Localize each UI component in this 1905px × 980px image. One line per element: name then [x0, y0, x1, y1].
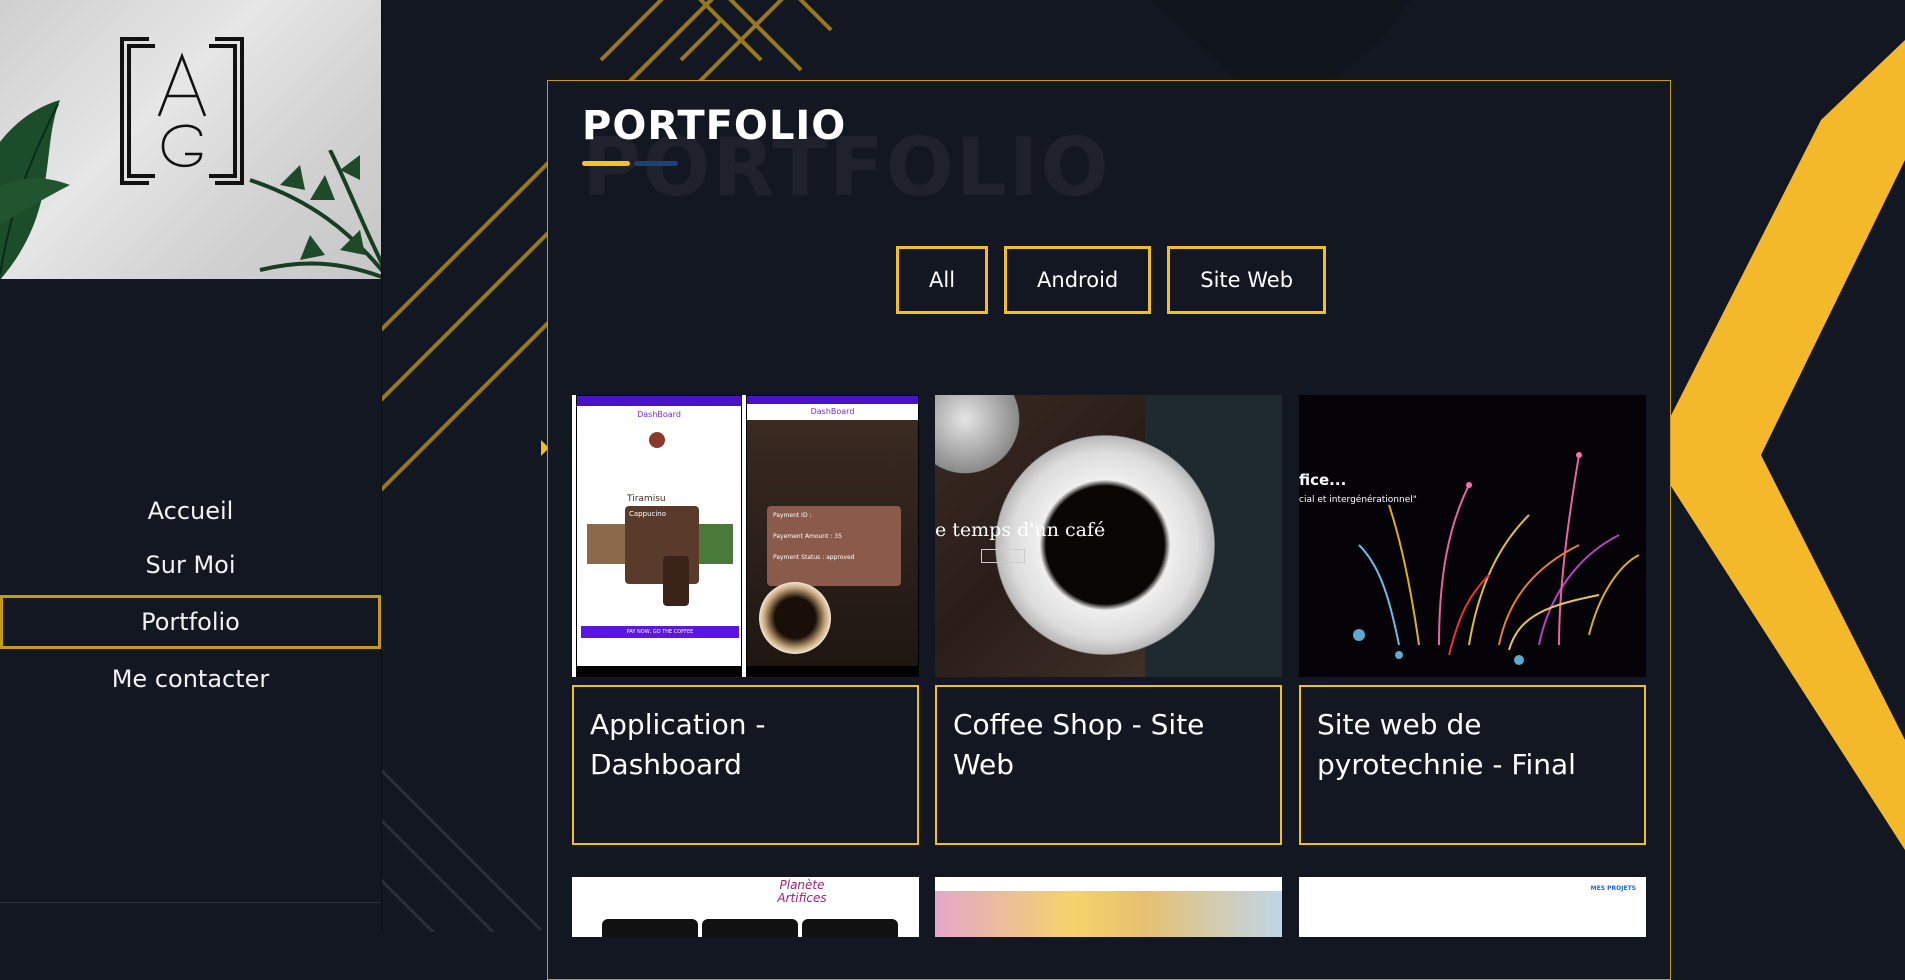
mes-projets-label: MES PROJETS: [1590, 885, 1636, 892]
app-header-right: DashBoard: [747, 404, 918, 420]
page-title: PORTFOLIO: [582, 103, 847, 149]
filter-all-button[interactable]: All: [896, 246, 989, 314]
filter-bar: All Android Site Web: [896, 246, 1327, 314]
portfolio-panel: PORTFOLIO PORTFOLIO All Android Site Web…: [547, 80, 1671, 980]
project-thumbnail-pyrotechnie[interactable]: fice... cial et intergénérationnel": [1299, 395, 1646, 677]
project-card-dashboard[interactable]: DashBoard Tiramisu Cappucino PAY NOW, GO…: [572, 395, 919, 845]
project-thumbnail-dashboard[interactable]: DashBoard Tiramisu Cappucino PAY NOW, GO…: [572, 395, 919, 677]
phone-screen-right: DashBoard Payment ID : Payement Amount :…: [746, 395, 919, 677]
project-title-pyrotechnie[interactable]: Site web de pyrotechnie - Final: [1299, 685, 1646, 845]
planete-artifices-logo-text: Planète Artifices: [777, 878, 827, 905]
project-card-mes-projets[interactable]: MES PROJETS: [1299, 877, 1646, 937]
app-header: DashBoard: [637, 410, 681, 419]
pyro-heading: fice...: [1299, 471, 1347, 489]
thumb-payment-amount: Payement Amount : 35: [773, 533, 842, 540]
project-card-pyrotechnie[interactable]: fice... cial et intergénérationnel" Site…: [1299, 395, 1646, 845]
nav-item-sur-moi[interactable]: Sur Moi: [0, 538, 381, 592]
thumb-card-title: Tiramisu: [627, 494, 666, 504]
pyro-subheading: cial et intergénérationnel": [1299, 495, 1417, 505]
nav-item-accueil[interactable]: Accueil: [0, 484, 381, 538]
nav-item-me-contacter[interactable]: Me contacter: [0, 652, 381, 706]
phone-screen-left: DashBoard Tiramisu Cappucino PAY NOW, GO…: [576, 395, 742, 677]
project-card-planete-artifices[interactable]: Planète Artifices: [572, 877, 919, 937]
filter-android-button[interactable]: Android: [1004, 246, 1152, 314]
sidebar-hero-image: [0, 0, 381, 279]
project-card-coffee-shop[interactable]: e temps d'un café Coffee Shop - Site Web: [935, 395, 1282, 845]
project-title-coffee-shop[interactable]: Coffee Shop - Site Web: [935, 685, 1282, 845]
title-underline-gold: [582, 161, 630, 166]
leaf-left-image: [0, 100, 70, 279]
project-card-knitting[interactable]: [935, 877, 1282, 937]
thumb-payment-id: Payment ID :: [773, 512, 812, 519]
project-title-dashboard[interactable]: Application - Dashboard: [572, 685, 919, 845]
thumb-pay-button: PAY NOW, GO THE COFFEE: [581, 626, 739, 638]
coffee-tagline: e temps d'un café: [935, 519, 1106, 541]
filter-site-web-button[interactable]: Site Web: [1167, 246, 1327, 314]
title-underline-blue: [634, 161, 678, 166]
main-nav: Accueil Sur Moi Portfolio Me contacter: [0, 484, 381, 706]
leaf-right-image: [249, 150, 381, 279]
fireworks-image: [1353, 452, 1640, 665]
thumb-payment-status: Payment Status : approved: [773, 554, 855, 561]
project-thumbnail-coffee-shop[interactable]: e temps d'un café: [935, 395, 1282, 677]
sidebar-divider: [0, 902, 381, 903]
ag-logo: [120, 37, 244, 185]
thumb-card-sub: Cappucino: [629, 510, 667, 518]
sidebar: Accueil Sur Moi Portfolio Me contacter: [0, 0, 382, 932]
nav-item-portfolio[interactable]: Portfolio: [0, 595, 381, 649]
